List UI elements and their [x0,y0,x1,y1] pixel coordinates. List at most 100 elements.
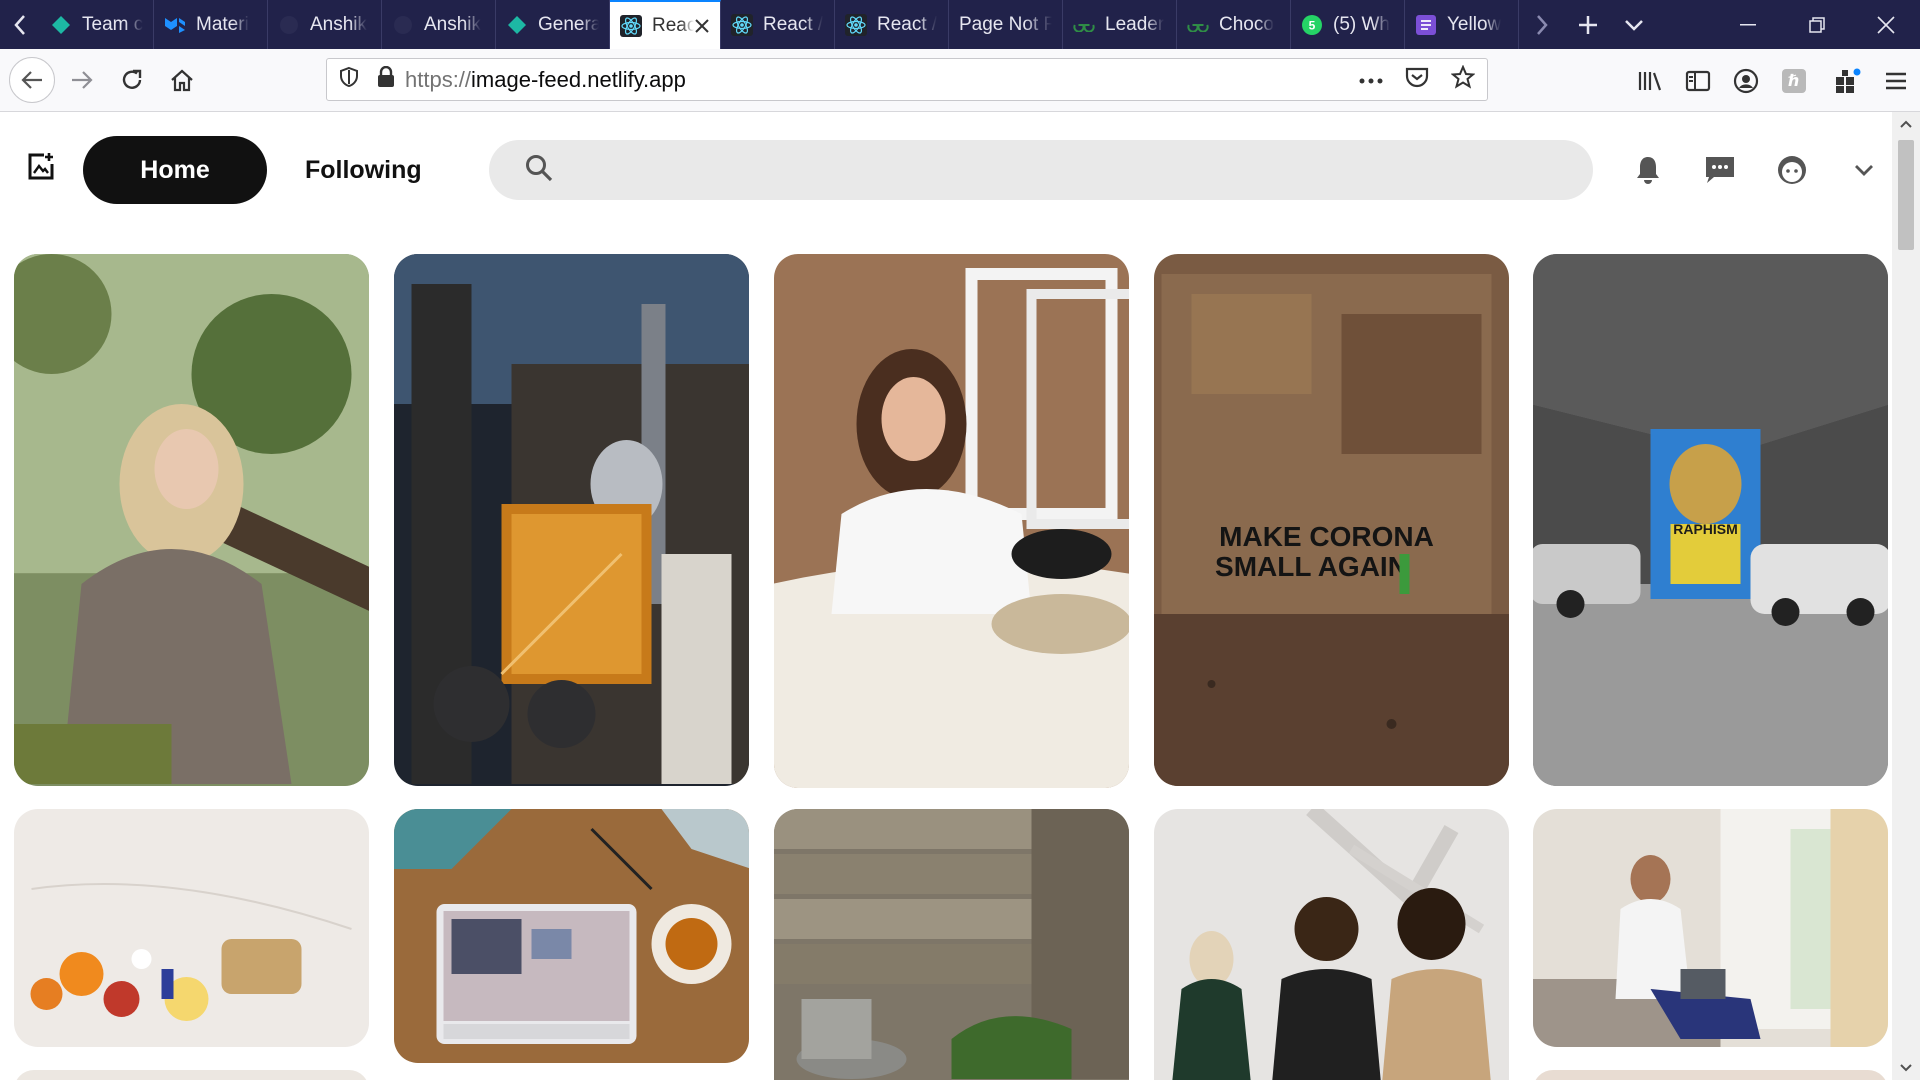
restore-button[interactable] [1782,0,1851,49]
face-icon [1778,156,1806,184]
browser-tab[interactable]: Leader [1063,0,1177,49]
messages-button[interactable] [1684,140,1756,200]
home-page-button[interactable] [158,56,206,104]
extensions-button[interactable] [1824,57,1872,105]
account-icon [1733,68,1759,93]
scrollbar-thumb[interactable] [1898,140,1914,250]
whatsapp-icon: 5 [1301,14,1323,36]
account-button[interactable] [1722,57,1770,105]
browser-tab[interactable]: 5 (5) Wh [1291,0,1405,49]
browser-tab[interactable]: Page Not F [949,0,1063,49]
account-menu-button[interactable] [1828,140,1900,200]
feed-image-woman-in-white-shirt-on-bed[interactable] [774,254,1129,788]
browser-tab[interactable]: Anshik [268,0,382,49]
url-text: https://image-feed.netlify.app [405,67,686,93]
library-button[interactable] [1626,57,1674,105]
app-logo[interactable] [26,152,56,187]
feed-image-man-with-laptop-sitting-on-bed[interactable] [1533,809,1888,1047]
feed-image-partial[interactable] [14,1070,369,1080]
page-content: Home Following MAKE CORONA SMALL AGAIN RAP… [0,112,1920,1080]
reload-icon [122,69,142,89]
diamond-teal-icon [50,14,72,36]
add-image-icon [28,153,54,180]
forward-arrow-icon [72,71,93,89]
browser-tab[interactable]: Team c [40,0,154,49]
browser-tab[interactable]: React / [721,0,835,49]
tab-title: Anshik [310,13,368,35]
browser-tab[interactable]: Choco [1177,0,1291,49]
sidebar-icon [1685,70,1711,91]
minimize-button[interactable] [1713,0,1782,49]
svg-text:MAKE CORONA: MAKE CORONA [1219,521,1434,552]
lock-icon[interactable] [377,65,395,93]
tracking-shield-icon[interactable] [339,66,359,93]
feed-image-food-flat-lay-on-marble[interactable] [14,809,369,1047]
search-bar[interactable] [489,140,1593,200]
bookmark-star-icon[interactable] [1450,64,1476,94]
material-ui-icon [164,14,186,36]
feed-image-three-women-in-front-of-wall[interactable] [1154,809,1509,1080]
browser-tab[interactable]: Yellow [1405,0,1519,49]
chat-bubble-icon [1706,157,1734,183]
scroll-up-arrow-icon[interactable] [1892,112,1920,136]
scroll-down-arrow-icon[interactable] [1892,1056,1920,1080]
tab-title: Yellow [1447,13,1502,35]
close-window-button[interactable] [1851,0,1920,49]
hamburger-menu-icon [1886,72,1906,89]
search-icon [525,154,553,187]
browser-tab[interactable]: React [610,0,721,49]
react-icon [845,13,867,36]
browser-tab[interactable]: Genera [496,0,610,49]
list-all-tabs-button[interactable] [1611,0,1657,49]
tab-title: Genera [538,13,599,35]
close-tab-icon[interactable] [694,18,710,34]
feed-image-graffiti-wall[interactable]: MAKE CORONA SMALL AGAIN [1154,254,1509,786]
tab-title: Team c [82,13,143,35]
react-icon [620,14,642,37]
forward-button[interactable] [58,56,106,104]
reload-button[interactable] [108,56,156,104]
tab-title: Choco [1219,13,1274,35]
profile-button[interactable] [1756,140,1828,200]
bell-icon [1637,157,1659,184]
puzzle-icon [1836,68,1861,93]
tab-title: Page Not F [959,13,1052,35]
following-button[interactable]: Following [305,136,422,204]
page-scrollbar[interactable] [1892,112,1920,1080]
feed-image-wooden-shed-with-watering-can[interactable] [774,809,1129,1080]
url-host: image-feed.netlify.app [471,66,686,92]
pocket-icon[interactable] [1405,66,1429,93]
github-icon [392,14,414,36]
extension-button[interactable]: ℏ [1770,57,1818,105]
feed-image-woman-with-blonde-hair-under-tree[interactable] [14,254,369,786]
browser-tab[interactable]: React / [835,0,949,49]
svg-text:SMALL AGAIN: SMALL AGAIN [1215,551,1408,582]
diamond-teal-icon [506,14,528,36]
feed-image-parking-garage-with-mural[interactable]: RAPHISM [1533,254,1888,786]
svg-text:RAPHISM: RAPHISM [1673,521,1738,537]
new-tab-button[interactable] [1565,0,1611,49]
page-actions-icon[interactable] [1359,71,1383,89]
browser-tab-bar: Team c Materi Anshik Anshik Genera React React… [0,0,1920,49]
tab-title: React / [763,13,824,35]
app-header: Home Following [0,112,1892,232]
back-arrow-icon [9,57,55,103]
feed-image-building-rooftop-with-satellite-dishes[interactable] [394,254,749,786]
browser-tab[interactable]: Anshik [382,0,496,49]
notifications-button[interactable] [1612,140,1684,200]
browser-nav-bar: https://image-feed.netlify.app ℏ [0,49,1920,112]
feed-image-laptop-on-wooden-table-with-tea[interactable] [394,809,749,1063]
chevron-down-icon [1855,165,1873,176]
sidebar-button[interactable] [1674,57,1722,105]
menu-button[interactable] [1872,57,1920,105]
address-bar[interactable]: https://image-feed.netlify.app [326,58,1488,101]
tab-scroll-left-button[interactable] [0,0,40,49]
feed-image-partial[interactable] [1533,1070,1888,1080]
extension-icon: ℏ [1782,68,1806,93]
back-button[interactable] [8,56,56,104]
home-button[interactable]: Home [83,136,267,204]
tab-scroll-right-button[interactable] [1519,0,1565,49]
search-input[interactable] [567,157,1567,183]
browser-tab[interactable]: Materi [154,0,268,49]
tab-title: React [652,14,694,36]
